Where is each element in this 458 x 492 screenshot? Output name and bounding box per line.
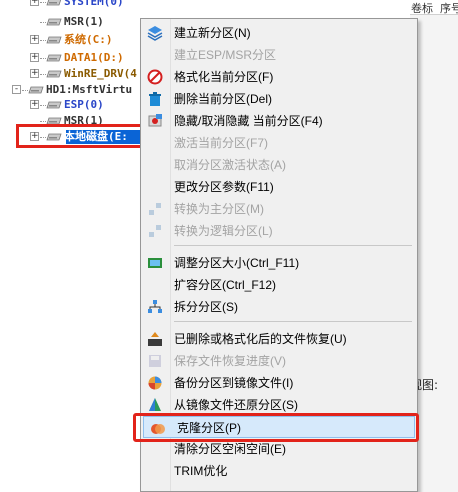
resize-icon [148, 258, 162, 268]
disk-icon [46, 70, 62, 78]
recover-icon [148, 332, 162, 346]
trash-icon [149, 92, 161, 106]
menu-item-backup-image[interactable]: 备份分区到镜像文件(I) [141, 372, 417, 394]
tree-node-label: SYSTEM(0) [64, 0, 124, 8]
menu-item-to-logical: 转换为逻辑分区(L) [141, 220, 417, 242]
save-icon [149, 355, 161, 367]
menu-item-trim[interactable]: TRIM优化 [141, 460, 417, 482]
menu-item-recover-files[interactable]: 已删除或格式化后的文件恢复(U) [141, 328, 417, 350]
disk-icon [46, 36, 62, 44]
menu-item-activate-partition: 激活当前分区(F7) [141, 132, 417, 154]
menu-item-extend-partition[interactable]: 扩容分区(Ctrl_F12) [141, 274, 417, 296]
expand-icon[interactable]: + [30, 53, 39, 62]
menu-item-label: 取消分区激活状态(A) [174, 158, 286, 172]
tree-node-label: 本地磁盘(E: [64, 130, 128, 143]
menu-item-label: 建立ESP/MSR分区 [174, 48, 277, 62]
restore-icon [149, 398, 161, 411]
split-icon [148, 300, 162, 313]
partition-tree[interactable]: + SYSTEM(0) MSR(1) + 系统(C:) + DATA1(D:) + WinRE_… [0, 0, 148, 492]
disk-icon [46, 0, 62, 6]
tree-node-label: HD1:MsftVirtu [46, 83, 133, 96]
menu-item-split-partition[interactable]: 拆分分区(S) [141, 296, 417, 318]
layers-icon [147, 26, 163, 41]
menu-item-label: 激活当前分区(F7) [174, 136, 268, 150]
menu-item-label: 调整分区大小(Ctrl_F11) [174, 256, 300, 270]
tree-node-label: 系统(C:) [64, 33, 113, 46]
column-header: 卷标 序号 [410, 0, 458, 15]
menu-item-label: 格式化当前分区(F) [174, 70, 274, 84]
menu-item-label: 已删除或格式化后的文件恢复(U) [174, 332, 347, 346]
disk-icon [28, 86, 44, 94]
menu-item-label: 更改分区参数(F11) [174, 180, 274, 194]
menu-item-label: 转换为主分区(M) [174, 202, 264, 216]
convert-icon [149, 225, 161, 237]
disk-icon [46, 133, 62, 141]
column-label-index[interactable]: 序号 [440, 0, 458, 14]
expand-icon[interactable]: + [30, 35, 39, 44]
hide-icon [148, 114, 162, 127]
menu-item-label: 删除当前分区(Del) [174, 92, 272, 106]
tree-node-label: WinRE_DRV(4 [64, 67, 137, 80]
menu-item-to-primary: 转换为主分区(M) [141, 198, 417, 220]
menu-item-label: TRIM优化 [174, 464, 228, 478]
menu-item-format-partition[interactable]: 格式化当前分区(F) [141, 66, 417, 88]
menu-item-deactivate-partition: 取消分区激活状态(A) [141, 154, 417, 176]
backup-icon [148, 376, 162, 390]
column-label-volume[interactable]: 卷标 [411, 0, 433, 14]
menu-separator [174, 321, 412, 322]
menu-item-label: 备份分区到镜像文件(I) [174, 376, 294, 390]
no-entry-icon [147, 69, 163, 85]
menu-item-hide-partition[interactable]: 隐藏/取消隐藏 当前分区(F4) [141, 110, 417, 132]
menu-item-new-esp-msr: 建立ESP/MSR分区 [141, 44, 417, 66]
expand-icon[interactable]: + [30, 100, 39, 109]
tree-node-label: MSR(1) [64, 15, 104, 28]
menu-item-resize-partition[interactable]: 调整分区大小(Ctrl_F11) [141, 252, 417, 274]
convert-icon [149, 203, 161, 215]
menu-item-new-partition[interactable]: 建立新分区(N) [141, 22, 417, 44]
menu-separator [174, 245, 412, 246]
disk-icon [46, 54, 62, 62]
menu-item-label: 扩容分区(Ctrl_F12) [174, 278, 277, 292]
menu-item-label: 保存文件恢复进度(V) [174, 354, 286, 368]
expand-icon[interactable]: + [30, 69, 39, 78]
expand-icon[interactable]: + [30, 0, 39, 6]
expand-icon[interactable]: + [30, 132, 39, 141]
menu-item-label: 建立新分区(N) [174, 26, 251, 40]
collapse-icon[interactable]: - [12, 85, 21, 94]
tree-node-label: DATA1(D:) [64, 51, 124, 64]
tree-node-label: ESP(0) [64, 98, 104, 111]
menu-item-delete-partition[interactable]: 删除当前分区(Del) [141, 88, 417, 110]
menu-item-label: 隐藏/取消隐藏 当前分区(F4) [174, 114, 323, 128]
menu-item-label: 转换为逻辑分区(L) [174, 224, 273, 238]
disk-icon [46, 101, 62, 109]
menu-item-change-params[interactable]: 更改分区参数(F11) [141, 176, 417, 198]
menu-item-save-recovery: 保存文件恢复进度(V) [141, 350, 417, 372]
clone-partition-highlight [133, 413, 419, 442]
menu-item-label: 拆分分区(S) [174, 300, 238, 314]
disk-icon [46, 18, 62, 26]
